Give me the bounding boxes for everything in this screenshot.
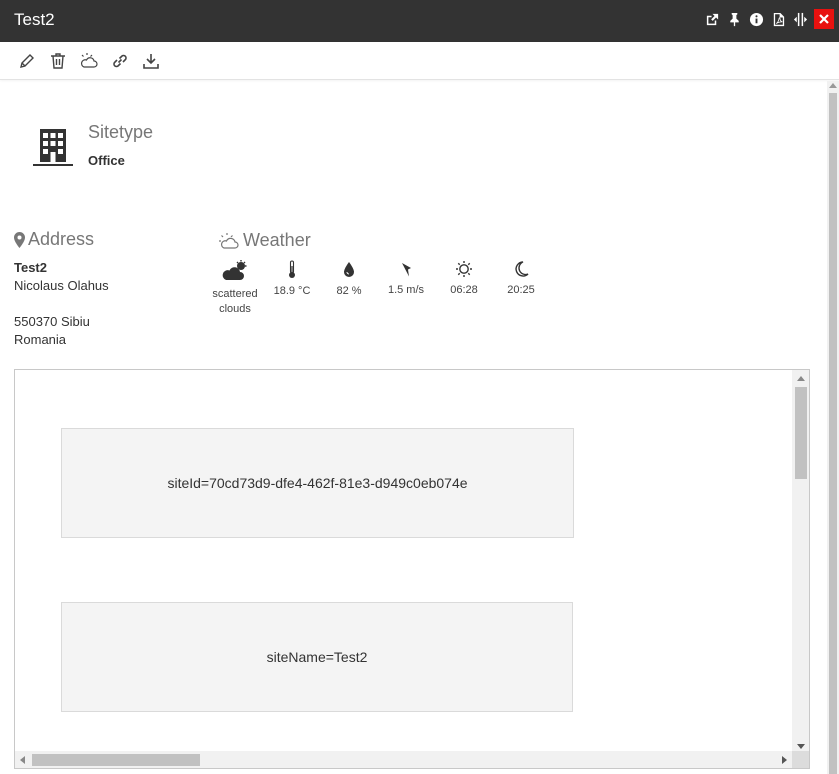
scrollbar-thumb[interactable] — [829, 93, 837, 774]
sunrise-icon — [456, 261, 472, 277]
temperature-value: 18.9 °C — [273, 285, 311, 297]
weather-cloud-sun-icon — [219, 232, 239, 249]
map-marker-icon — [14, 231, 25, 248]
delete-icon — [51, 53, 65, 69]
address-name: Test2 — [14, 260, 47, 275]
sitetype-value: Office — [88, 153, 125, 168]
address-label: Address — [28, 229, 95, 249]
weather-sunrise: 06:28 — [434, 260, 494, 298]
weather-condition-line2: clouds — [219, 303, 251, 315]
close-button[interactable] — [814, 9, 834, 29]
edit-button[interactable] — [18, 52, 36, 70]
scroll-left-arrow-icon[interactable] — [20, 756, 25, 764]
edit-icon — [20, 54, 34, 68]
humidity-drop-icon — [344, 262, 354, 277]
resize-icon[interactable] — [790, 9, 810, 29]
horizontal-scroll-thumb[interactable] — [32, 754, 200, 766]
sunset-value: 20:25 — [507, 284, 535, 296]
vertical-scroll-thumb[interactable] — [795, 387, 807, 479]
window-title: Test2 — [14, 10, 55, 29]
sunrise-value: 06:28 — [450, 284, 478, 296]
info-icon[interactable] — [746, 9, 766, 29]
link-button[interactable] — [111, 52, 129, 70]
pin-icon[interactable] — [724, 9, 744, 29]
site-id-card: siteId=70cd73d9-dfe4-462f-81e3-d949c0eb0… — [61, 428, 574, 538]
download-icon — [143, 54, 159, 69]
moon-icon — [515, 261, 529, 277]
delete-button[interactable] — [49, 52, 67, 70]
weather-temperature: 18.9 °C — [262, 260, 322, 299]
pdf-icon[interactable] — [768, 9, 788, 29]
scroll-right-arrow-icon[interactable] — [782, 756, 787, 764]
wind-direction-icon — [402, 263, 411, 277]
frame-vertical-scrollbar[interactable] — [792, 370, 809, 751]
scroll-up-icon[interactable] — [829, 83, 837, 88]
weather-humidity: 82 % — [319, 260, 379, 299]
address-country: Romania — [14, 332, 67, 347]
link-icon — [113, 54, 127, 68]
popout-icon[interactable] — [702, 9, 722, 29]
weather-condition: scattered clouds — [205, 260, 265, 317]
site-name-card: siteName=Test2 — [61, 602, 573, 712]
address-street: Nicolaus Olahus — [14, 278, 109, 293]
weather-header: Weather — [219, 230, 311, 251]
sitetype-label: Sitetype — [88, 122, 154, 142]
frame-horizontal-scrollbar[interactable] — [15, 751, 793, 768]
weather-label: Weather — [243, 230, 311, 250]
site-id-text: siteId=70cd73d9-dfe4-462f-81e3-d949c0eb0… — [167, 475, 468, 491]
scroll-up-arrow-icon[interactable] — [797, 376, 805, 381]
site-name-text: siteName=Test2 — [266, 649, 368, 665]
building-icon — [33, 126, 73, 168]
weather-button[interactable] — [80, 52, 98, 70]
window-titlebar: Test2 — [0, 0, 839, 42]
address-city: 550370 Sibiu — [14, 314, 90, 329]
window-controls — [700, 9, 834, 29]
close-icon — [819, 14, 829, 24]
download-button[interactable] — [142, 52, 160, 70]
toolbar — [0, 42, 839, 80]
weather-sunset: 20:25 — [491, 260, 551, 298]
weather-wind: 1.5 m/s — [376, 260, 436, 298]
thermometer-icon — [289, 260, 295, 278]
page-scrollbar[interactable] — [827, 81, 839, 774]
embedded-frame[interactable]: siteId=70cd73d9-dfe4-462f-81e3-d949c0eb0… — [14, 369, 810, 769]
address-header: Address — [14, 229, 94, 250]
scroll-down-arrow-icon[interactable] — [797, 744, 805, 749]
scattered-clouds-icon — [222, 260, 247, 280]
wind-value: 1.5 m/s — [387, 284, 425, 296]
weather-condition-line1: scattered — [212, 288, 258, 300]
weather-icon — [80, 53, 98, 68]
scrollbar-corner — [792, 751, 809, 768]
humidity-value: 82 % — [336, 285, 362, 297]
